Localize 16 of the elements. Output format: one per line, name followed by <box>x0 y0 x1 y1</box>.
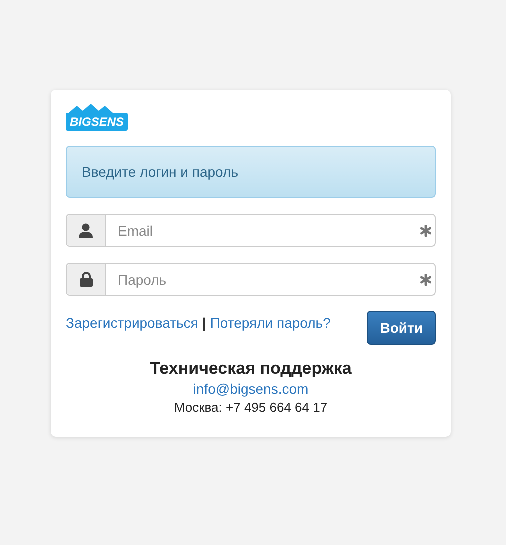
support-phone: Москва: +7 495 664 64 17 <box>174 400 328 415</box>
logo: BIGSENS <box>66 113 128 131</box>
input-field[interactable]: Пароль <box>66 263 436 296</box>
forgot-password-link[interactable]: Потеряли пароль? <box>210 315 331 331</box>
text-input[interactable]: Пароль <box>106 270 420 288</box>
roof-icon <box>69 103 113 113</box>
user-icon <box>79 223 93 238</box>
login-button[interactable]: Войти <box>367 311 436 345</box>
link-separator: | <box>202 315 206 331</box>
support-title: Техническая поддержка <box>150 359 352 379</box>
lock-icon <box>80 272 92 287</box>
input-field[interactable]: Email <box>66 214 436 247</box>
alert-message: Введите логин и пароль <box>66 146 436 198</box>
register-link[interactable]: Зарегистрироваться <box>66 315 198 331</box>
support-email-link[interactable]: info@bigsens.com <box>193 381 309 397</box>
text-input[interactable]: Email <box>106 222 420 240</box>
